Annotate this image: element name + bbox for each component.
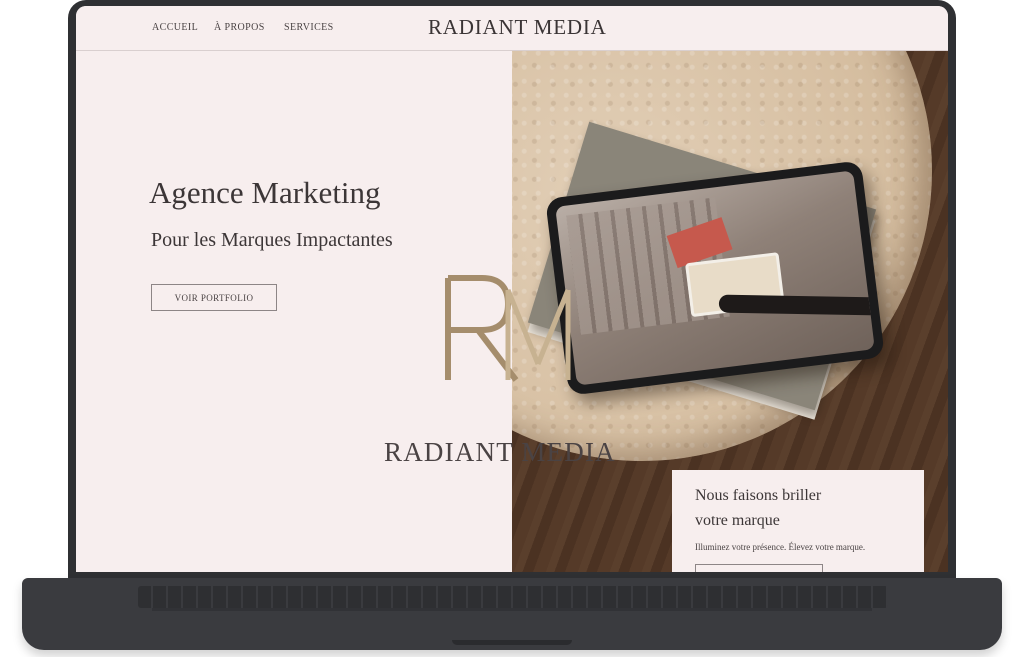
rm-monogram-logo (445, 275, 571, 382)
laptop-base (22, 578, 1002, 650)
hero-title: Agence Marketing (149, 175, 381, 210)
promo-title: Nous faisons briller votre marque (695, 483, 821, 533)
nav-link-services[interactable]: SERVICES (284, 22, 334, 33)
promo-title-line-1: Nous faisons briller (695, 487, 822, 504)
promo-button[interactable] (695, 564, 823, 572)
hero-subtitle: Pour les Marques Impactantes (151, 229, 393, 251)
top-navigation: ACCUEIL À PROPOS SERVICES RADIANT MEDIA (76, 6, 948, 51)
laptop-keyboard-row (152, 608, 872, 611)
tablet-photo-arm (718, 294, 875, 316)
website-screen: ACCUEIL À PROPOS SERVICES RADIANT MEDIA … (76, 6, 948, 572)
promo-card: Nous faisons briller votre marque Illumi… (672, 470, 924, 572)
promo-text: Illuminez votre présence. Élevez votre m… (695, 542, 866, 552)
view-portfolio-button[interactable]: VOIR PORTFOLIO (151, 284, 277, 311)
laptop-notch (452, 640, 572, 645)
laptop-keyboard (138, 586, 888, 608)
nav-link-accueil[interactable]: ACCUEIL (152, 22, 198, 33)
logo-wordmark: RADIANT MEDIA (384, 437, 616, 467)
site-brand-name[interactable]: RADIANT MEDIA (428, 15, 607, 40)
nav-link-a-propos[interactable]: À PROPOS (214, 22, 265, 33)
promo-title-line-2: votre marque (695, 512, 780, 529)
